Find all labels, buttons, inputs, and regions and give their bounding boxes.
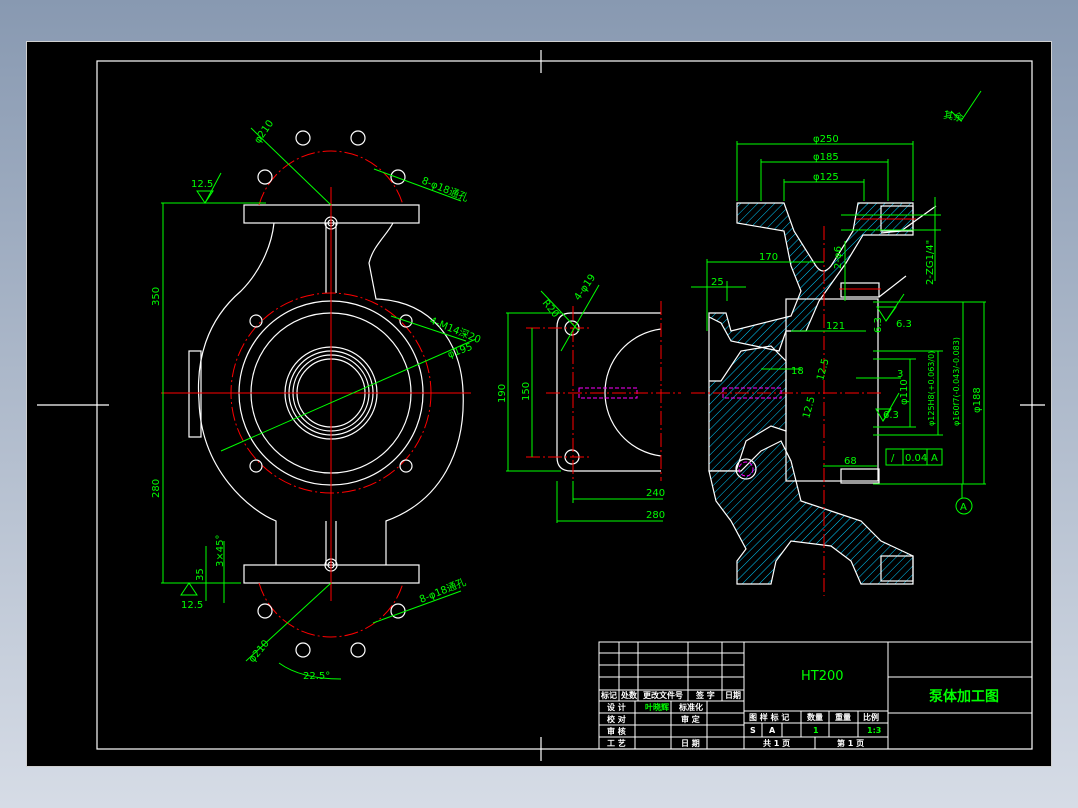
quantity-value: 1 [813,726,819,735]
mark-s: S [750,726,756,735]
standardize-label: 标准化 [678,702,703,712]
dim-d185: φ185 [813,152,839,163]
designer-name: 叶晓辉 [645,702,669,712]
page-number: 第 1 页 [837,738,864,748]
dim-pipe-thread: 2-ZG1/4" [925,240,936,285]
dim-height-outer: 190 [497,384,508,403]
dim-pitch-circle: φ195 [446,342,474,361]
tolerance-datum: A [931,453,938,464]
dim-170: 170 [759,252,778,263]
date-label: 日 期 [681,738,700,748]
cad-drawing: 12.5 φ210 8-φ18通孔 350 280 4-M14深20 φ195 … [37,50,1045,761]
header-count: 处数 [620,690,638,700]
dim-121: 121 [826,321,845,332]
weight-label: 重量 [835,712,851,722]
scale-label: 比例 [863,712,879,722]
dim-holes: 4-φ19 [572,272,598,302]
dim-roughness-b: 12.5 [801,395,817,419]
drawing-title: 泵体加工图 [929,688,999,705]
header-mark: 标记 [600,690,617,700]
scale-value: 1:3 [867,726,881,735]
check-label: 校 对 [607,714,626,724]
dim-25: 25 [711,277,724,288]
other-surfaces-note: 其余 [942,108,964,124]
dim-roughness-6-3c: 6.3 [873,317,884,333]
dim-d110: φ110 [899,379,910,405]
title-block: 标记 处数 更改文件号 签 字 日期 设 计 叶晓辉 标准化 校 对 审 定 审… [598,641,1033,750]
dim-d250: φ250 [813,134,839,145]
mark-a: A [769,726,776,735]
dim-flange-thickness: 35 [195,568,206,581]
datum-label: A [960,502,967,513]
front-view: 12.5 φ210 8-φ18通孔 350 280 4-M14深20 φ195 … [151,118,482,682]
dim-width-inner: 240 [646,488,665,499]
dim-holes-2: 2-φ6 [833,246,844,269]
dim-18: 18 [791,366,804,377]
header-signature: 签 字 [695,690,715,700]
dim-roughness-6-3a: 6.3 [896,319,912,330]
dim-height-lower: 280 [151,479,162,498]
dim-roughness-6-3b: 6.3 [883,410,899,421]
dim-holes-top: 8-φ18通孔 [420,175,470,205]
dim-tapped-holes: 4-M14深20 [428,315,483,346]
quantity-label: 数量 [807,712,823,722]
dim-bolt-circle-top: φ210 [252,118,276,145]
dim-3: 3 [897,369,903,380]
dim-angle: 22.5° [303,671,330,682]
tolerance-value: 0.04 [905,453,927,464]
section-view: / 0.04 A A φ250 φ185 φ125 170 25 2-φ6 2-… [691,90,986,596]
material-label: HT200 [801,669,844,684]
dim-68: 68 [844,456,857,467]
process-label: 工 艺 [607,738,626,748]
dim-bore: φ125H8(+0.063/0) [927,351,936,426]
dim-radius: R20 [540,298,561,320]
dim-roughness-a: 12.5 [815,357,831,381]
dim-d125: φ125 [813,172,839,183]
design-label: 设 计 [607,702,626,712]
header-date: 日期 [725,690,741,700]
geometric-tolerance-frame: / 0.04 A [885,448,943,466]
review-label: 审 核 [607,726,626,736]
dim-spigot: φ160f7(-0.043/-0.083) [952,337,961,426]
dim-roughness-bottom: 12.5 [181,600,203,611]
dim-height-upper: 350 [151,287,162,306]
dim-width-outer: 280 [646,510,665,521]
approve-label: 审 定 [681,714,700,724]
dim-chamfer: 3×45° [215,535,226,567]
total-pages: 共 1 页 [763,738,790,748]
dim-height-inner: 150 [521,382,532,401]
pattern-mark-label: 图 样 标 记 [749,712,789,722]
center-marks [37,50,1045,761]
side-view: 190 150 R20 4-φ19 240 280 [497,272,681,523]
runout-icon: / [891,453,895,464]
dim-d188: φ188 [972,387,983,413]
dim-bolt-circle-bottom: φ210 [247,638,272,665]
dim-roughness-top: 12.5 [191,179,213,190]
header-change-doc: 更改文件号 [643,690,683,700]
drawing-sheet: 12.5 φ210 8-φ18通孔 350 280 4-M14深20 φ195 … [26,41,1052,767]
